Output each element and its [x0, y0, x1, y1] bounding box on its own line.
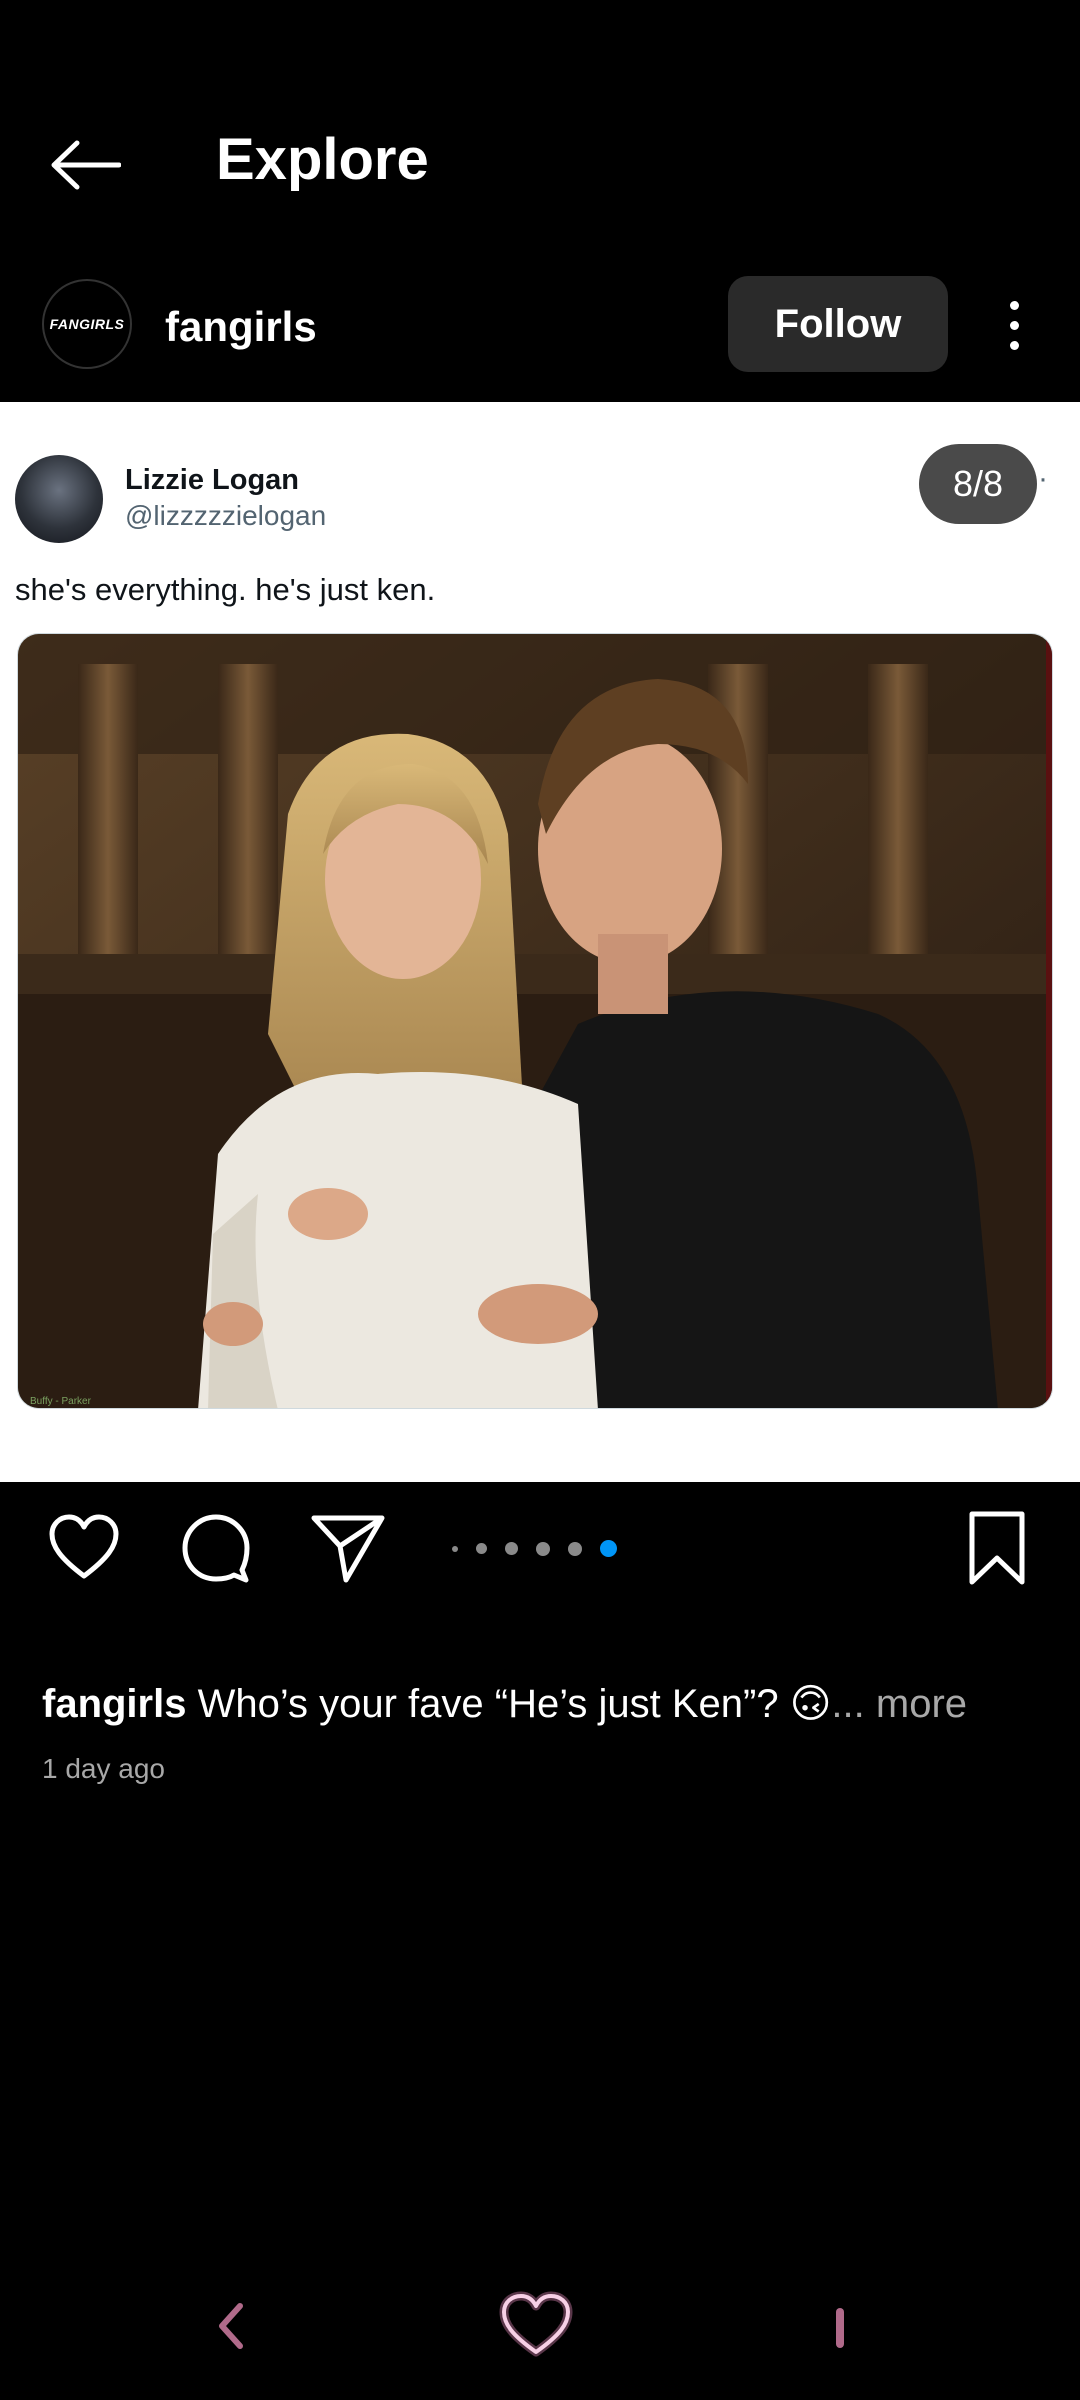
photo-illustration: Buffy - Parker — [18, 634, 1052, 1408]
comment-bubble-icon — [182, 1514, 250, 1583]
carousel-dot — [505, 1542, 518, 1555]
app-header — [0, 0, 1080, 260]
photo-watermark: Buffy - Parker — [30, 1396, 92, 1407]
post-caption[interactable]: fangirls Who’s your fave “He’s just Ken”… — [42, 1677, 1042, 1731]
comment-button[interactable] — [180, 1512, 252, 1584]
save-button[interactable] — [962, 1510, 1032, 1586]
carousel-dot — [452, 1545, 458, 1552]
author-handle: @lizzzzzielogan — [125, 500, 327, 531]
carousel-dot — [536, 1541, 550, 1556]
nav-back-button[interactable] — [210, 2298, 254, 2354]
vertical-dots-icon — [1009, 300, 1019, 310]
carousel-dot — [568, 1541, 582, 1556]
arrow-left-icon — [51, 140, 121, 190]
dot — [1009, 320, 1019, 330]
back-button[interactable] — [40, 125, 130, 205]
like-button[interactable] — [48, 1512, 120, 1584]
post-timestamp: 1 day ago — [42, 1753, 165, 1784]
author-name: Lizzie Logan — [125, 464, 299, 496]
carousel-dot-active — [600, 1540, 617, 1557]
caption-more-link[interactable]: ... more — [831, 1682, 967, 1726]
heart-glow-icon — [499, 2291, 573, 2357]
heart-icon — [49, 1514, 119, 1579]
account-name[interactable]: fangirls — [165, 302, 317, 352]
chevron-left-icon — [219, 2303, 243, 2349]
caption-text: Who’s your fave “He’s just Ken”? 🙃 — [197, 1682, 832, 1726]
share-button[interactable] — [310, 1512, 386, 1584]
nav-recents-button[interactable] — [836, 2308, 844, 2348]
carousel-counter: 8/8 — [919, 444, 1037, 524]
nav-home-button[interactable] — [498, 2290, 574, 2360]
carousel-dot — [476, 1543, 487, 1554]
more-options-button[interactable] — [990, 290, 1038, 360]
author-avatar — [15, 455, 103, 543]
post-photo[interactable]: Buffy - Parker — [17, 633, 1053, 1409]
post-text: she's everything. he's just ken. — [15, 572, 436, 607]
avatar-logo-text: FANGIRLS — [49, 316, 125, 332]
carousel-dots — [452, 1540, 617, 1557]
caption-username[interactable]: fangirls — [42, 1682, 186, 1726]
account-avatar[interactable]: FANGIRLS — [42, 279, 132, 369]
follow-button[interactable]: Follow — [728, 276, 948, 372]
dot — [1009, 340, 1019, 350]
bookmark-icon — [969, 1511, 1025, 1585]
page-title: Explore — [216, 127, 429, 192]
send-icon — [311, 1515, 385, 1583]
